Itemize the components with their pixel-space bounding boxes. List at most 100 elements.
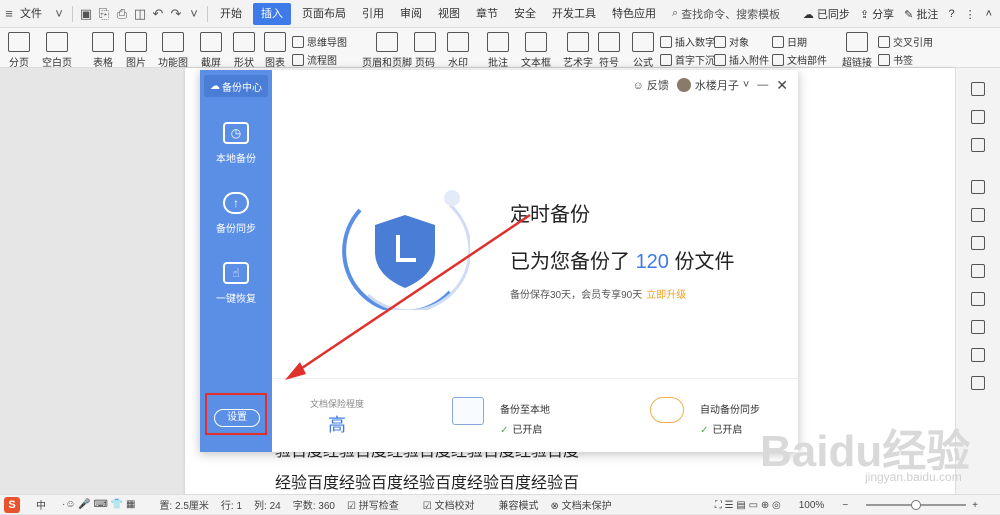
- flowchart-icon: [292, 53, 304, 66]
- panel-icon[interactable]: [971, 320, 985, 334]
- nav-local-backup[interactable]: ◷ 本地备份: [200, 122, 272, 165]
- shape-button[interactable]: 形状: [233, 32, 255, 69]
- symbol-button[interactable]: 符号: [598, 32, 620, 69]
- zoom-in-icon[interactable]: +: [972, 500, 978, 511]
- tab-view[interactable]: 视图: [430, 0, 468, 28]
- share-label: 分享: [872, 9, 895, 21]
- help-icon[interactable]: [971, 348, 985, 362]
- settings-button[interactable]: 设置: [214, 409, 260, 427]
- image-icon: [125, 32, 147, 52]
- shield-clock-illustration: [342, 190, 470, 310]
- hyperlink-button[interactable]: 超链接: [842, 32, 872, 69]
- spell-check[interactable]: ☑ 拼写检查: [347, 497, 411, 512]
- header-footer-button[interactable]: 页眉和页脚: [362, 32, 412, 69]
- check-icon: ✓: [500, 425, 509, 436]
- doc-parts-button[interactable]: 文档部件: [772, 52, 827, 67]
- redo-icon[interactable]: ↷: [167, 5, 185, 23]
- tab-page-layout[interactable]: 页面布局: [294, 0, 354, 28]
- watermark-button[interactable]: 水印: [447, 32, 469, 69]
- help-icon[interactable]: ?: [948, 8, 954, 20]
- comment-insert-button[interactable]: 批注: [487, 32, 509, 69]
- tab-security[interactable]: 安全: [506, 0, 544, 28]
- tab-insert[interactable]: 插入: [253, 2, 291, 25]
- nav-backup-sync[interactable]: ↑ 备份同步: [200, 192, 272, 235]
- panel-icon[interactable]: [971, 180, 985, 194]
- doc-protect[interactable]: ⊗ 文档未保护: [550, 497, 623, 512]
- brand-label: 备份中心: [222, 82, 262, 94]
- panel-icon[interactable]: [971, 208, 985, 222]
- insert-number-button[interactable]: 插入数字: [660, 34, 715, 49]
- view-icons[interactable]: ⛶ ☰ ▤ ▭ ⊕ ◎: [715, 500, 781, 511]
- header-footer-icon: [376, 32, 398, 52]
- word-count[interactable]: 字数: 360: [293, 497, 335, 512]
- export-icon[interactable]: ⎘: [95, 5, 113, 23]
- zoom-slider-knob[interactable]: [911, 500, 922, 510]
- panel-icon[interactable]: [971, 82, 985, 96]
- protection-value: 高: [328, 415, 346, 435]
- bookmark-button[interactable]: 书签: [878, 52, 913, 67]
- function-chart-button[interactable]: 功能图: [158, 32, 188, 69]
- wordart-button[interactable]: 艺术字: [563, 32, 593, 69]
- zoom-controls: ⛶ ☰ ▤ ▭ ⊕ ◎ 100% − +: [715, 495, 990, 515]
- panel-icon[interactable]: [971, 264, 985, 278]
- save-icon[interactable]: ▣: [77, 5, 95, 23]
- preview-icon[interactable]: ◫: [131, 5, 149, 23]
- panel-icon[interactable]: [971, 376, 985, 390]
- share-button[interactable]: ⇪ 分享: [860, 6, 894, 22]
- label: 符号: [599, 58, 619, 69]
- command-search[interactable]: ⌕ 查找命令、搜索模板: [664, 6, 788, 22]
- insert-attachment-button[interactable]: 插入附件: [714, 52, 769, 67]
- wordart-icon: [567, 32, 589, 52]
- ime-toolbar[interactable]: S 中 ·☺ 🎤 ⌨ 👕 ▦: [4, 496, 147, 513]
- label: 批注: [488, 58, 508, 69]
- zoom-level[interactable]: 100%: [799, 500, 825, 511]
- textbox-button[interactable]: 文本框: [521, 32, 551, 69]
- comment-button[interactable]: ✎ 批注: [904, 6, 938, 22]
- sync-status[interactable]: ☁ 已同步: [803, 6, 850, 22]
- tab-home[interactable]: 开始: [212, 0, 250, 28]
- cross-ref-button[interactable]: 交叉引用: [878, 34, 933, 49]
- page-break-button[interactable]: 分页: [8, 32, 30, 69]
- tab-review[interactable]: 审阅: [392, 0, 430, 28]
- panel-icon[interactable]: [971, 236, 985, 250]
- zoom-out-icon[interactable]: −: [842, 500, 848, 511]
- panel-icon[interactable]: [971, 138, 985, 152]
- more-icon[interactable]: ⋮: [965, 8, 976, 21]
- collapse-icon[interactable]: ˄: [986, 8, 992, 20]
- page-number-button[interactable]: 页码: [414, 32, 436, 69]
- screenshot-icon: [200, 32, 222, 52]
- object-button[interactable]: 对象: [714, 34, 749, 49]
- feedback-button[interactable]: ☺ 反馈: [633, 77, 669, 93]
- chevron-down-icon[interactable]: ˅: [185, 5, 203, 23]
- date-button[interactable]: 日期: [772, 34, 807, 49]
- nav-one-click-restore[interactable]: ☝ 一键恢复: [200, 262, 272, 305]
- menu-icon[interactable]: ≡: [0, 5, 18, 23]
- tab-developer[interactable]: 开发工具: [544, 0, 604, 28]
- user-menu[interactable]: 水楼月子 ˅: [676, 77, 749, 93]
- image-button[interactable]: 图片: [125, 32, 147, 69]
- screenshot-button[interactable]: 截屏: [200, 32, 222, 69]
- close-icon[interactable]: ✕: [776, 77, 788, 94]
- panel-icon[interactable]: [971, 110, 985, 124]
- undo-icon[interactable]: ↶: [149, 5, 167, 23]
- doc-proof[interactable]: ☑ 文档校对: [423, 497, 487, 512]
- minimize-icon[interactable]: —: [757, 79, 768, 91]
- label: 页眉和页脚: [362, 58, 412, 69]
- chart-button[interactable]: 图表: [264, 32, 286, 69]
- panel-icon[interactable]: [971, 292, 985, 306]
- tab-features[interactable]: 特色应用: [604, 0, 664, 28]
- formula-button[interactable]: 公式: [632, 32, 654, 69]
- mindmap-button[interactable]: 思维导图: [292, 34, 347, 49]
- tab-references[interactable]: 引用: [354, 0, 392, 28]
- table-button[interactable]: 表格: [92, 32, 114, 69]
- zoom-slider[interactable]: [866, 500, 967, 510]
- file-menu[interactable]: 文件: [18, 0, 50, 28]
- upgrade-link[interactable]: 立即升级: [646, 290, 686, 301]
- print-icon[interactable]: ⎙: [113, 5, 131, 23]
- blank-page-button[interactable]: 空白页: [42, 32, 72, 69]
- flowchart-button[interactable]: 流程图: [292, 52, 337, 67]
- chevron-down-icon[interactable]: ˅: [50, 5, 68, 23]
- drop-cap-button[interactable]: 首字下沉: [660, 52, 715, 67]
- tab-sections[interactable]: 章节: [468, 0, 506, 28]
- sync-label: 已同步: [816, 9, 850, 21]
